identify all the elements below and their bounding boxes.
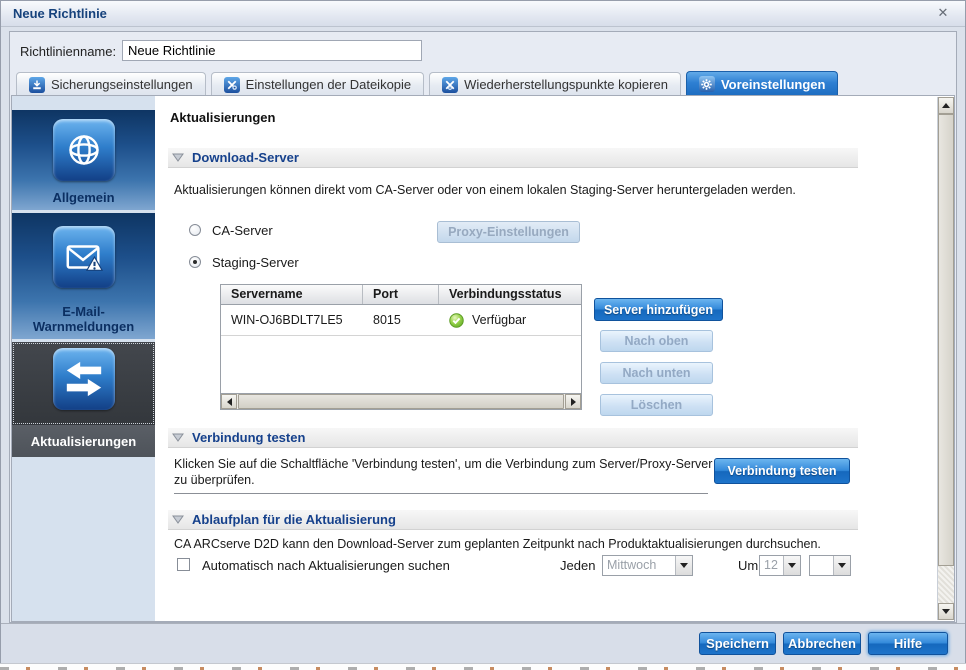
auto-update-checkbox[interactable]: [177, 558, 190, 571]
table-horizontal-scrollbar[interactable]: [221, 393, 581, 409]
cell-servername: WIN-OJ6BDLT7LE5: [231, 313, 343, 327]
chevron-down-icon: [675, 556, 692, 575]
column-verbindungsstatus[interactable]: Verbindungsstatus: [439, 285, 581, 304]
sidebar-item-email-warnmeldungen[interactable]: E-Mail- Warnmeldungen: [12, 213, 155, 339]
section-title: Verbindung testen: [192, 430, 306, 445]
page-title: Aktualisierungen: [170, 110, 276, 125]
download-server-description: Aktualisierungen können direkt vom CA-Se…: [174, 183, 796, 197]
ca-server-radio-label: CA-Server: [212, 223, 273, 238]
section-header-download-server: Download-Server: [168, 148, 858, 168]
vertical-scrollbar-track[interactable]: [938, 566, 954, 603]
minute-select[interactable]: [809, 555, 851, 576]
column-port[interactable]: Port: [363, 285, 439, 304]
collapse-icon[interactable]: [170, 150, 185, 165]
scroll-down-icon[interactable]: [938, 603, 954, 620]
sidebar: Allgemein E-Mail- Warnmeldungen Aktualis…: [12, 96, 155, 621]
delete-button[interactable]: Löschen: [600, 394, 713, 416]
policy-name-label: Richtlinienname:: [20, 44, 117, 59]
dialog-title: Neue Richtlinie: [13, 6, 107, 21]
hour-select-value: 12: [764, 558, 778, 572]
background-page-sliver: [0, 663, 966, 670]
section-header-update-schedule: Ablaufplan für die Aktualisierung: [168, 510, 858, 530]
horizontal-scrollbar-thumb[interactable]: [238, 394, 564, 409]
dialog-titlebar: Neue Richtlinie ✕: [1, 1, 965, 27]
test-connection-description: Klicken Sie auf die Schaltfläche 'Verbin…: [174, 457, 713, 487]
chevron-down-icon: [833, 556, 850, 575]
backup-settings-icon: [29, 76, 45, 93]
column-servername[interactable]: Servername: [221, 285, 363, 304]
scroll-right-icon[interactable]: [565, 394, 581, 409]
schedule-description: CA ARCserve D2D kann den Download-Server…: [174, 537, 821, 551]
scroll-up-icon[interactable]: [938, 97, 954, 114]
copy-recovery-points-icon: [442, 76, 459, 93]
status-ok-icon: [449, 312, 464, 328]
tab-label: Sicherungseinstellungen: [51, 77, 193, 92]
weekday-select-value: Mittwoch: [607, 558, 657, 572]
move-up-button[interactable]: Nach oben: [600, 330, 713, 352]
email-alert-icon: [52, 226, 115, 288]
chevron-down-icon: [783, 556, 800, 575]
sidebar-icon-area: [12, 110, 155, 181]
tab-label: Wiederherstellungspunkte kopieren: [464, 77, 668, 92]
preferences-gear-icon: [698, 76, 715, 92]
scroll-left-icon[interactable]: [221, 394, 237, 409]
table-row[interactable]: WIN-OJ6BDLT7LE5 8015 Verfügbar: [221, 305, 581, 336]
collapse-icon[interactable]: [170, 512, 185, 527]
dialog-footer: Speichern Abbrechen Hilfe: [1, 623, 965, 663]
sidebar-item-label: Allgemein: [52, 190, 115, 205]
tab-strip: Sicherungseinstellungen Einstellungen de…: [16, 71, 839, 96]
tab-file-copy-settings[interactable]: Einstellungen der Dateikopie: [210, 72, 425, 96]
test-connection-button[interactable]: Verbindung testen: [714, 458, 850, 484]
auto-update-checkbox-label: Automatisch nach Aktualisierungen suchen: [202, 558, 450, 573]
sidebar-icon-area: [12, 213, 155, 288]
dialog-body-panel: Richtlinienname: Sicherungseinstellungen…: [9, 31, 957, 623]
status-text: Verfügbar: [472, 313, 527, 327]
section-title: Download-Server: [192, 150, 299, 165]
add-server-button[interactable]: Server hinzufügen: [594, 298, 723, 321]
cancel-button[interactable]: Abbrechen: [783, 632, 861, 655]
divider: [174, 493, 708, 494]
weekday-select[interactable]: Mittwoch: [602, 555, 693, 576]
tab-preferences[interactable]: Voreinstellungen: [685, 71, 839, 96]
staging-server-table: Servername Port Verbindungsstatus WIN-OJ…: [220, 284, 582, 410]
vertical-scrollbar[interactable]: [937, 97, 954, 620]
save-button[interactable]: Speichern: [699, 632, 776, 655]
sidebar-selected-label-band: Aktualisierungen: [12, 425, 155, 457]
tab-label: Einstellungen der Dateikopie: [245, 77, 412, 92]
cell-status: Verfügbar: [439, 312, 581, 328]
hour-select[interactable]: 12: [759, 555, 801, 576]
move-down-button[interactable]: Nach unten: [600, 362, 713, 384]
vertical-scrollbar-thumb[interactable]: [938, 114, 954, 566]
table-empty-area: [221, 336, 581, 393]
section-title: Ablaufplan für die Aktualisierung: [192, 512, 396, 527]
cell-port: 8015: [373, 313, 401, 327]
main-area: Aktualisierungen Download-Server Aktuali…: [162, 96, 938, 621]
staging-server-radio-label: Staging-Server: [212, 255, 299, 270]
tab-label: Voreinstellungen: [720, 76, 826, 92]
close-icon[interactable]: ✕: [935, 5, 951, 21]
sidebar-icon-area: [12, 342, 155, 425]
minute-select-value: [810, 556, 833, 575]
table-header-row: Servername Port Verbindungsstatus: [221, 285, 581, 305]
proxy-settings-button[interactable]: Proxy-Einstellungen: [437, 221, 580, 243]
file-copy-settings-icon: [223, 76, 240, 93]
sidebar-item-allgemein[interactable]: Allgemein: [12, 110, 155, 210]
ca-server-radio[interactable]: [189, 224, 201, 236]
sidebar-item-label: E-Mail- Warnmeldungen: [32, 304, 135, 334]
sidebar-item-aktualisierungen[interactable]: Aktualisierungen: [12, 342, 155, 457]
help-button[interactable]: Hilfe: [868, 632, 948, 655]
tab-content: Allgemein E-Mail- Warnmeldungen Aktualis…: [11, 95, 955, 622]
every-label: Jeden: [560, 558, 596, 573]
tab-backup-settings[interactable]: Sicherungseinstellungen: [16, 72, 206, 96]
updates-arrows-icon: [52, 347, 115, 410]
staging-server-radio[interactable]: [189, 256, 201, 268]
tab-copy-recovery-points[interactable]: Wiederherstellungspunkte kopieren: [429, 72, 681, 96]
policy-name-input[interactable]: [122, 40, 422, 61]
section-header-test-connection: Verbindung testen: [168, 428, 858, 448]
at-label: Um: [738, 558, 759, 573]
globe-icon: [52, 119, 115, 181]
collapse-icon[interactable]: [170, 430, 185, 445]
new-policy-dialog: Neue Richtlinie ✕ Richtlinienname: Siche…: [0, 0, 966, 663]
sidebar-item-label: Aktualisierungen: [30, 433, 137, 449]
